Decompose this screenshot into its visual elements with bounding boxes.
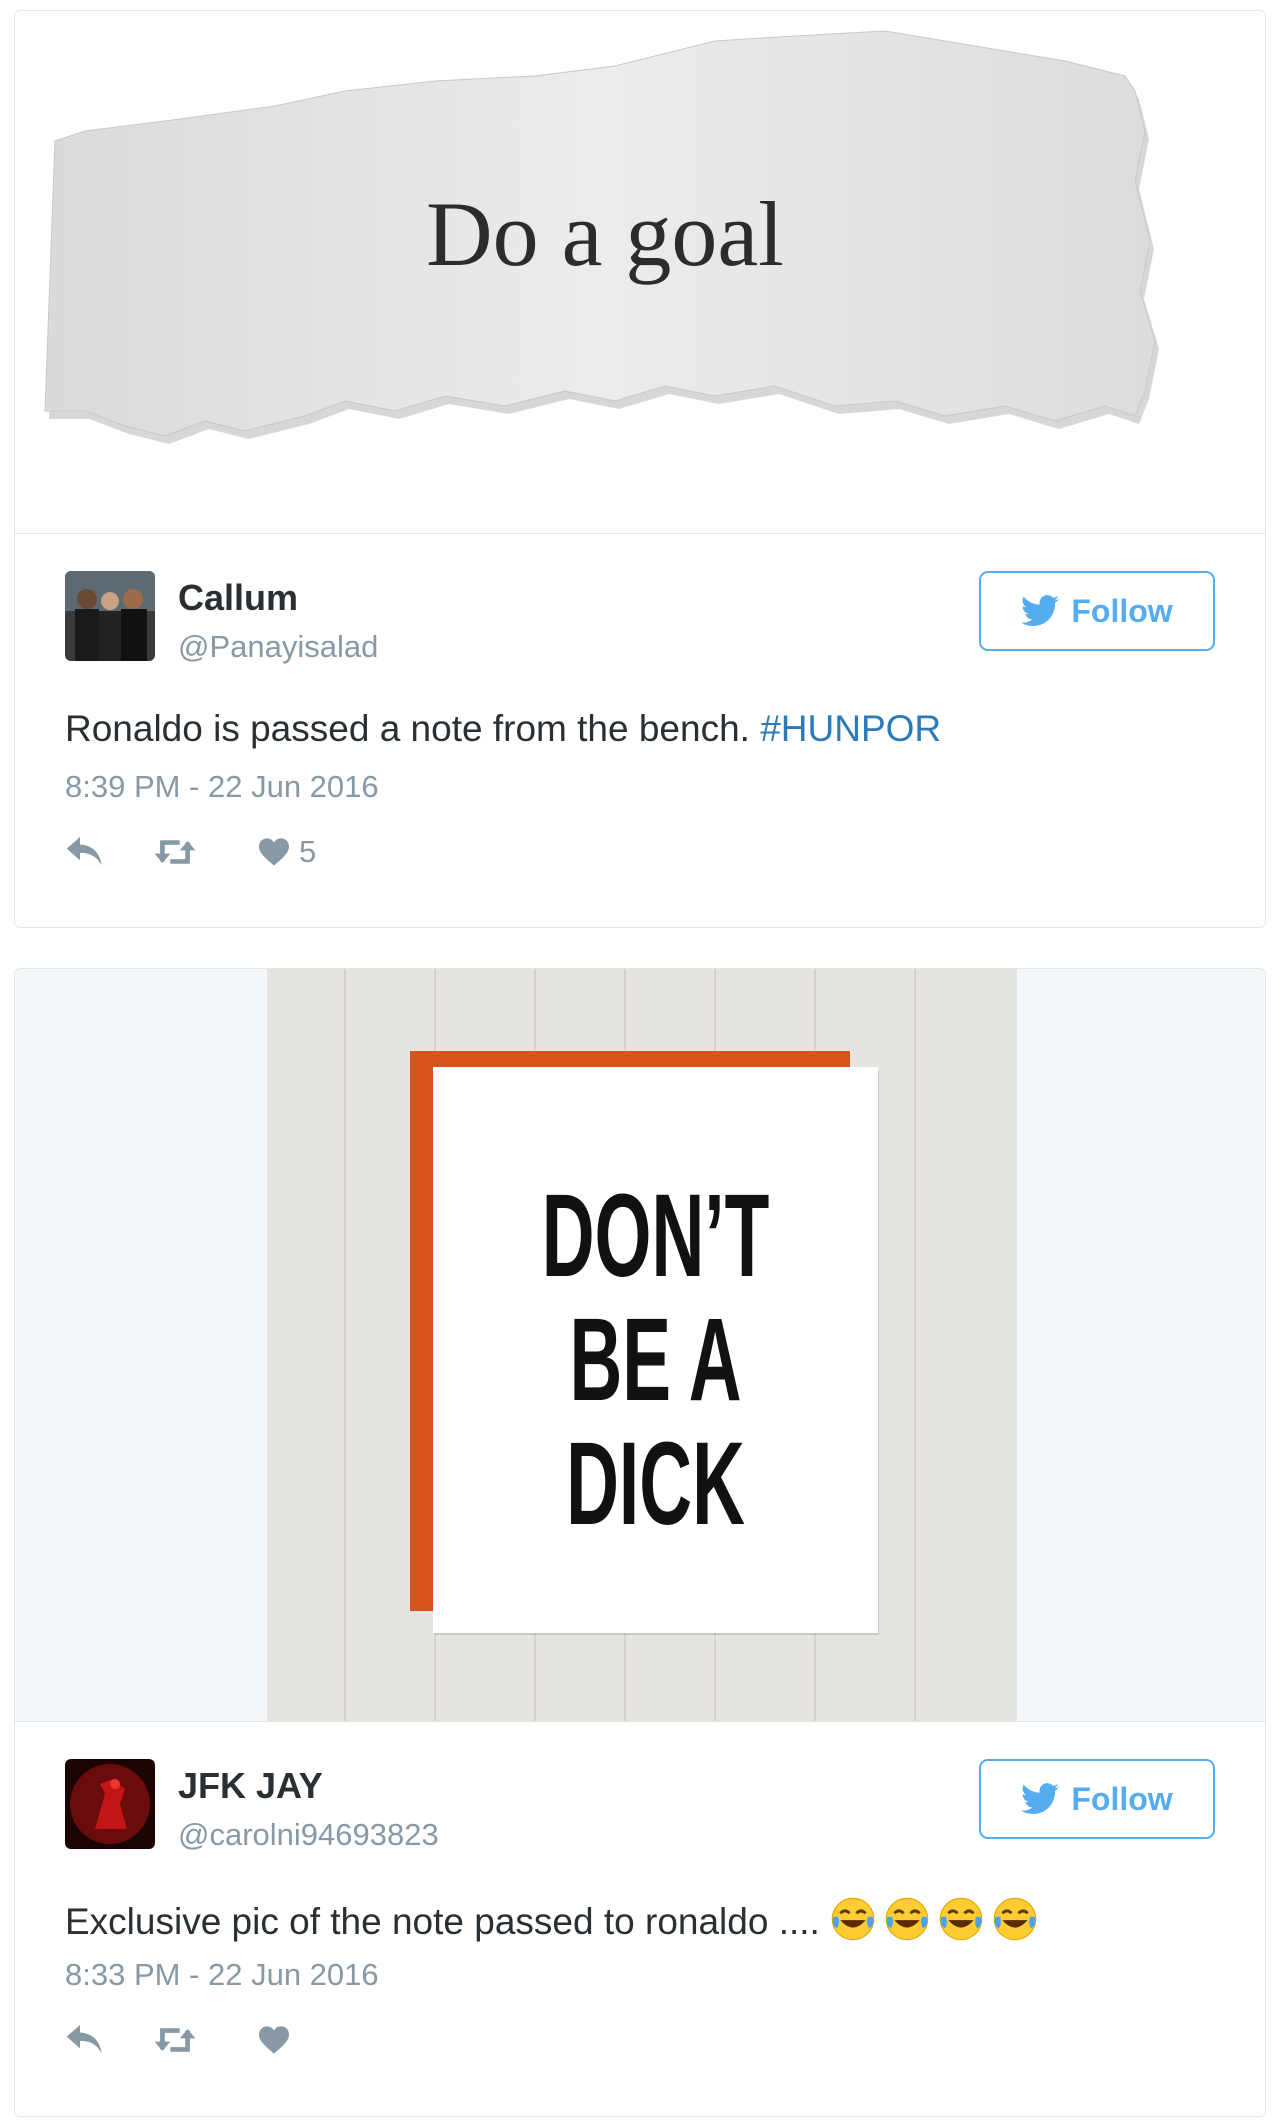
tweet-media[interactable]: Do a goal <box>15 11 1265 534</box>
display-name[interactable]: JFK JAY <box>178 1765 323 1807</box>
avatar[interactable] <box>65 1759 155 1849</box>
reply-icon <box>66 837 102 866</box>
tweet-text-content: Ronaldo is passed a note from the bench. <box>65 708 761 749</box>
user-handle[interactable]: @Panayisalad <box>178 629 378 665</box>
face-with-tears-of-joy-icon <box>831 1897 875 1941</box>
tweet-card: DON’T BE A DICK JFK JAY @carolni94693823… <box>14 968 1266 2117</box>
twitter-bird-icon <box>1021 595 1060 627</box>
face-with-tears-of-joy-icon <box>939 1897 983 1941</box>
heart-icon <box>259 2026 289 2054</box>
tweet-card: Do a goal Callum @Panayisalad Follow Ron… <box>14 10 1266 928</box>
follow-button[interactable]: Follow <box>979 571 1215 651</box>
card-text-line: BE A <box>569 1294 742 1426</box>
twitter-bird-icon <box>1021 1783 1060 1815</box>
user-handle[interactable]: @carolni94693823 <box>178 1817 439 1853</box>
display-name[interactable]: Callum <box>178 577 298 619</box>
card-text-line: DICK <box>566 1418 745 1550</box>
retweet-icon <box>154 2028 196 2052</box>
card-text: DON’T BE A DICK <box>518 1174 794 1546</box>
follow-label: Follow <box>1071 592 1173 629</box>
tweet-text: Ronaldo is passed a note from the bench.… <box>65 708 941 750</box>
heart-icon <box>259 838 289 866</box>
like-count: 5 <box>299 834 317 869</box>
tweet-text: Exclusive pic of the note passed to rona… <box>65 1896 1046 1943</box>
follow-label: Follow <box>1071 1780 1173 1817</box>
reply-button[interactable] <box>65 2015 105 2065</box>
note-text: Do a goal <box>426 183 784 285</box>
tweet-actions: 5 <box>65 827 465 877</box>
reply-button[interactable] <box>65 827 105 877</box>
tweet-media[interactable]: DON’T BE A DICK <box>15 969 1265 1722</box>
reply-icon <box>66 2025 102 2054</box>
retweet-button[interactable] <box>153 827 197 877</box>
tweet-timestamp[interactable]: 8:33 PM - 22 Jun 2016 <box>65 1957 379 1993</box>
tweet-timestamp[interactable]: 8:39 PM - 22 Jun 2016 <box>65 769 379 805</box>
like-button[interactable]: 5 <box>257 827 316 877</box>
face-with-tears-of-joy-icon <box>993 1897 1037 1941</box>
face-with-tears-of-joy-icon <box>885 1897 929 1941</box>
avatar[interactable] <box>65 571 155 661</box>
hashtag-link[interactable]: #HUNPOR <box>760 708 941 749</box>
card-text-line: DON’T <box>541 1170 770 1302</box>
retweet-button[interactable] <box>153 2015 197 2065</box>
like-button[interactable] <box>257 2015 299 2065</box>
emoji-group <box>830 1897 1046 1942</box>
retweet-icon <box>154 840 196 864</box>
tweet-text-content: Exclusive pic of the note passed to rona… <box>65 1901 820 1942</box>
tweet-actions <box>65 2015 465 2065</box>
follow-button[interactable]: Follow <box>979 1759 1215 1839</box>
